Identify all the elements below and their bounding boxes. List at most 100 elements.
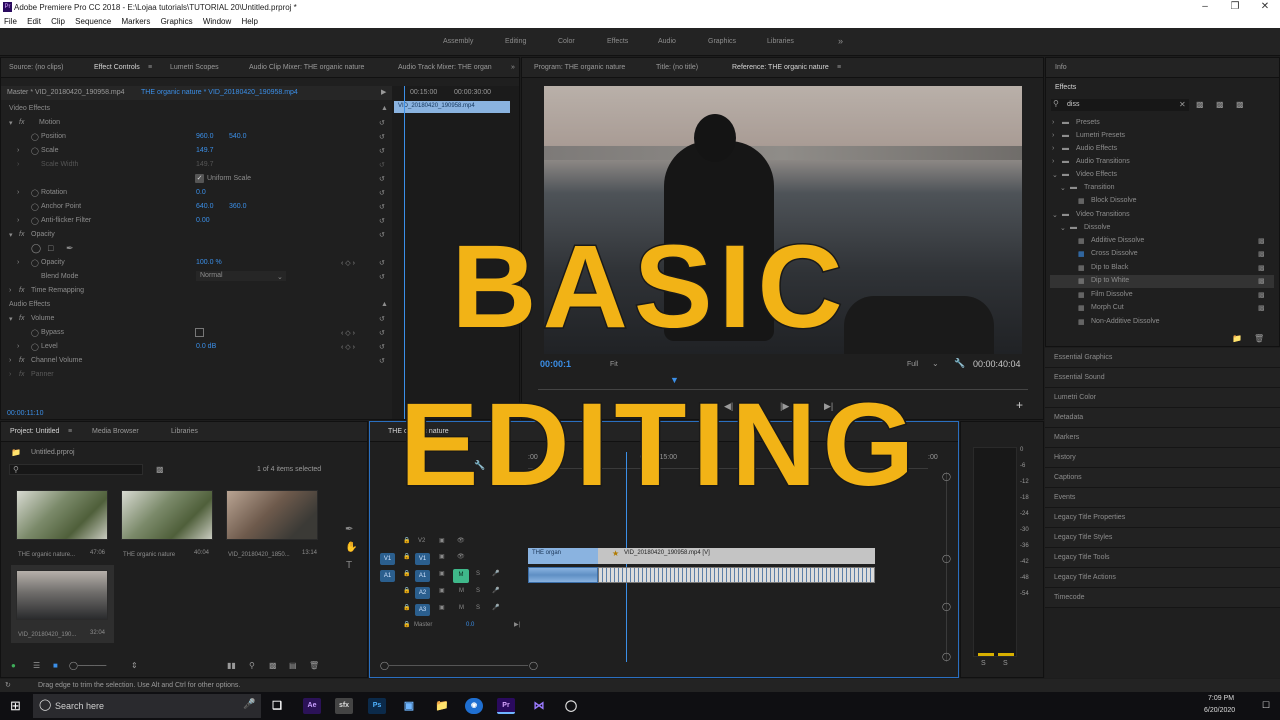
reset-icon[interactable]: ↺ <box>379 203 385 211</box>
mute-a3-button[interactable]: M <box>459 605 464 611</box>
accelerated-effects-icon[interactable]: ▩ <box>1196 100 1204 109</box>
new-item-icon[interactable]: ▤ <box>289 661 297 670</box>
tab-lumetri-scopes[interactable]: Lumetri Scopes <box>170 64 219 71</box>
reset-icon[interactable]: ↺ <box>379 133 385 141</box>
stopwatch-icon[interactable]: ◯ <box>31 133 39 141</box>
audio-clip-1[interactable] <box>528 567 598 583</box>
microphone-icon[interactable]: 🎤 <box>492 604 499 611</box>
automate-icon[interactable]: ▮▮ <box>227 661 236 670</box>
mute-a1-button[interactable]: M <box>453 569 469 583</box>
horizontal-scroll-end[interactable]: ◯ <box>529 661 538 670</box>
go-to-end-icon[interactable]: ▶| <box>514 621 520 628</box>
menu-markers[interactable]: Markers <box>121 17 150 26</box>
fx-tree-presets[interactable]: › ▬ Presets <box>1050 117 1274 130</box>
lock-icon[interactable]: 🔒 <box>403 587 410 594</box>
tab-title[interactable]: Title: (no title) <box>656 64 698 71</box>
collapse-icon[interactable]: ▲ <box>381 105 388 112</box>
new-bin-icon[interactable]: ▩ <box>269 661 277 670</box>
sequence-clip-label[interactable]: THE organic nature * VID_20180420_190958… <box>141 89 298 96</box>
fx-tree-audio-effects[interactable]: › ▬ Audio Effects <box>1050 143 1274 156</box>
anchor-x-value[interactable]: 640.0 <box>196 203 214 210</box>
fx-tree-block-dissolve[interactable]: ▦ Block Dissolve <box>1050 195 1274 208</box>
sync-icon[interactable]: ▣ <box>439 553 445 560</box>
tab-source[interactable]: Source: (no clips) <box>9 64 63 71</box>
minimize-icon[interactable]: – <box>1190 0 1220 15</box>
close-icon[interactable]: ✕ <box>1250 0 1280 15</box>
uniform-scale-checkbox[interactable]: ✓ <box>195 174 204 183</box>
taskbar-search-box[interactable]: ◯ Search here 🎤 <box>33 694 261 718</box>
video-clip-2[interactable]: VID_20180420_190958.mp4 [V] <box>598 548 875 564</box>
lock-icon[interactable]: 🔒 <box>403 570 410 577</box>
icon-view-icon[interactable]: ■ <box>53 661 58 670</box>
channel-volume-row[interactable]: › fx Channel Volume ↺ <box>1 354 386 368</box>
tab-program[interactable]: Program: THE organic nature <box>534 64 625 71</box>
tab-audio-track-mixer[interactable]: Audio Track Mixer: THE organ <box>398 64 492 71</box>
eye-icon[interactable]: 👁 <box>457 553 465 560</box>
clear-search-icon[interactable]: ✕ <box>1179 100 1186 109</box>
hand-tool-icon[interactable]: ✋ <box>345 542 357 553</box>
mini-clip-bar[interactable]: VID_20180420_190958.mp4 <box>394 101 510 113</box>
disclosure-icon[interactable]: › <box>17 147 19 154</box>
panel-timecode[interactable]: Timecode <box>1045 588 1280 608</box>
tab-info[interactable]: Info <box>1055 64 1067 71</box>
solo-a3-button[interactable]: S <box>476 605 480 611</box>
menu-graphics[interactable]: Graphics <box>161 17 193 26</box>
scale-value[interactable]: 149.7 <box>196 147 214 154</box>
microphone-icon[interactable]: 🎤 <box>492 587 499 594</box>
lock-icon[interactable]: 🔒 <box>403 553 410 560</box>
solo-left-button[interactable]: S <box>981 660 986 667</box>
workspace-graphics[interactable]: Graphics <box>708 38 736 45</box>
sync-icon[interactable]: ▣ <box>439 537 445 544</box>
tab-menu-icon[interactable]: ≡ <box>148 64 152 71</box>
track-a3-label[interactable]: A3 <box>415 604 430 616</box>
tab-menu-icon[interactable]: ≡ <box>837 64 841 71</box>
position-x-value[interactable]: 960.0 <box>196 133 214 140</box>
after-effects-icon[interactable]: Ae <box>303 698 321 714</box>
task-view-icon[interactable]: ❏ <box>268 698 286 714</box>
stopwatch-icon[interactable]: ◯ <box>31 147 39 155</box>
disclosure-icon[interactable]: › <box>1052 132 1054 139</box>
zoom-slider[interactable]: ◯───── <box>69 661 106 670</box>
tab-effect-controls[interactable]: Effect Controls <box>94 64 140 71</box>
premiere-pro-icon[interactable]: Pr <box>497 698 515 714</box>
program-timecode[interactable]: 00:00:1 <box>540 359 571 369</box>
more-workspaces-icon[interactable]: » <box>838 36 843 46</box>
panel-legacy-title-actions[interactable]: Legacy Title Actions <box>1045 568 1280 588</box>
master-value[interactable]: 0.0 <box>466 622 474 628</box>
tab-audio-clip-mixer[interactable]: Audio Clip Mixer: THE organic nature <box>249 64 364 71</box>
sync-icon[interactable]: ▣ <box>439 587 445 594</box>
rotation-value[interactable]: 0.0 <box>196 189 206 196</box>
maximize-icon[interactable]: ❐ <box>1220 0 1250 15</box>
video-clip-1[interactable]: THE organ <box>528 548 598 564</box>
eye-icon[interactable]: 👁 <box>457 537 465 544</box>
lock-icon[interactable]: 🔒 <box>403 604 410 611</box>
horizontal-scrollbar[interactable] <box>388 665 528 666</box>
disclosure-icon[interactable]: ▾ <box>9 119 13 127</box>
panel-legacy-title-tools[interactable]: Legacy Title Tools <box>1045 548 1280 568</box>
reset-icon[interactable]: ↺ <box>379 147 385 155</box>
fx-tree-video-effects[interactable]: ⌄ ▬ Video Effects <box>1050 169 1274 182</box>
disclosure-icon[interactable]: ⌄ <box>1052 171 1058 179</box>
32bit-effects-icon[interactable]: ▩ <box>1216 100 1224 109</box>
menu-edit[interactable]: Edit <box>27 17 41 26</box>
workspace-color[interactable]: Color <box>558 38 575 45</box>
disclosure-icon[interactable]: › <box>9 371 11 378</box>
menu-file[interactable]: File <box>4 17 17 26</box>
reset-icon[interactable]: ↺ <box>379 357 385 365</box>
solo-right-button[interactable]: S <box>1003 660 1008 667</box>
reset-icon[interactable]: ↺ <box>379 161 385 169</box>
visual-studio-icon[interactable]: ⋈ <box>530 698 548 714</box>
wrench-icon[interactable]: 🔧 <box>954 358 965 369</box>
disclosure-icon[interactable]: › <box>17 189 19 196</box>
sync-icon[interactable]: ▣ <box>439 570 445 577</box>
panel-legacy-title-styles[interactable]: Legacy Title Styles <box>1045 528 1280 548</box>
lock-icon[interactable]: 🔒 <box>403 621 410 628</box>
panel-legacy-title-properties[interactable]: Legacy Title Properties <box>1045 508 1280 528</box>
fx-icon[interactable]: fx <box>19 119 24 126</box>
effects-search-input[interactable]: ⚲ diss ✕ <box>1051 99 1189 111</box>
track-v1-label[interactable]: V1 <box>415 553 430 565</box>
sort-icon[interactable]: ⇕ <box>131 661 138 670</box>
fx-tree-video-transitions[interactable]: ⌄ ▬ Video Transitions <box>1050 209 1274 222</box>
anchor-y-value[interactable]: 360.0 <box>229 203 247 210</box>
reset-icon[interactable]: ↺ <box>379 175 385 183</box>
